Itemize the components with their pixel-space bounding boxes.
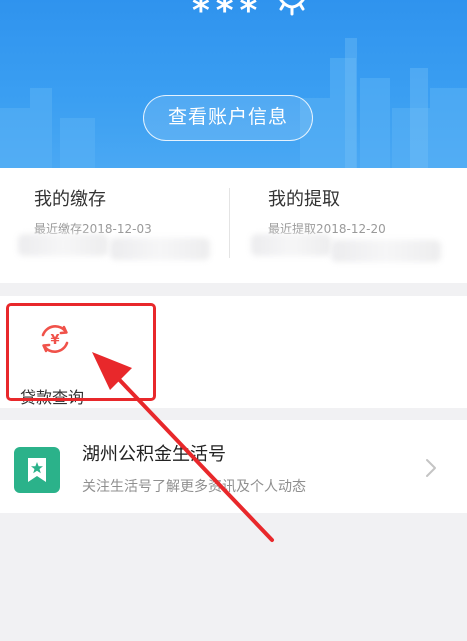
my-withdraw-panel[interactable]: 我的提取 最近提取2018-12-20 bbox=[231, 168, 467, 283]
account-header: *** 查看账户信息 bbox=[0, 0, 467, 168]
bookmark-star-icon bbox=[14, 447, 60, 493]
view-account-info-button[interactable]: 查看账户信息 bbox=[143, 95, 313, 141]
masked-user-name: *** bbox=[192, 0, 264, 31]
chevron-right-icon bbox=[426, 459, 436, 477]
blurred-amount bbox=[110, 238, 210, 260]
my-deposit-title: 我的缴存 bbox=[34, 189, 106, 210]
divider bbox=[229, 188, 230, 258]
eye-icon[interactable] bbox=[278, 0, 306, 20]
summary-card: 我的缴存 最近缴存2018-12-03 我的提取 最近提取2018-12-20 bbox=[0, 168, 467, 283]
highlight-box bbox=[6, 303, 156, 401]
public-account-subtitle: 关注生活号了解更多资讯及个人动态 bbox=[82, 479, 306, 495]
blurred-amount bbox=[251, 234, 331, 256]
blurred-amount bbox=[331, 240, 441, 262]
public-account-row[interactable]: 湖州公积金生活号 关注生活号了解更多资讯及个人动态 bbox=[0, 420, 467, 513]
blurred-amount bbox=[18, 234, 108, 256]
my-deposit-panel[interactable]: 我的缴存 最近缴存2018-12-03 bbox=[0, 168, 230, 283]
public-account-title: 湖州公积金生活号 bbox=[82, 444, 226, 465]
my-withdraw-title: 我的提取 bbox=[268, 189, 340, 210]
